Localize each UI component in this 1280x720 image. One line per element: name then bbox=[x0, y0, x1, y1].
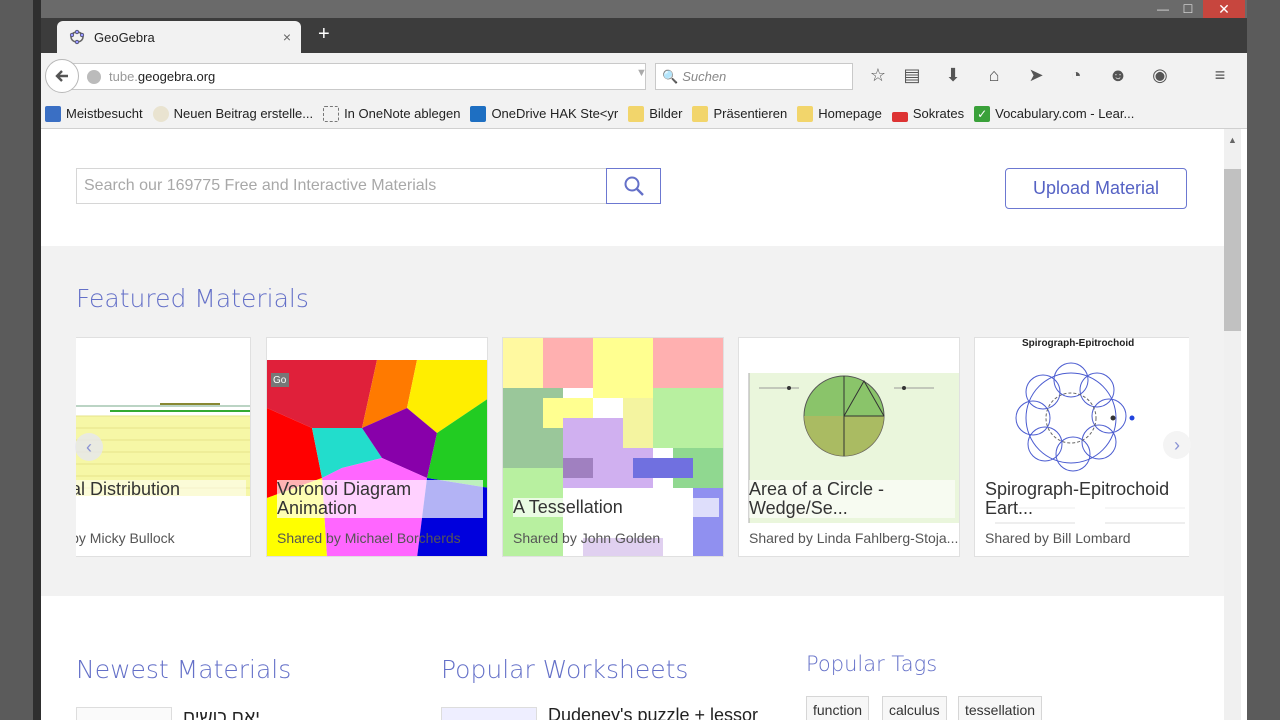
material-search-box bbox=[76, 168, 607, 204]
browser-search-box[interactable]: 🔍 Suchen bbox=[655, 63, 853, 90]
bookmark-onenote[interactable]: In OneNote ablegen bbox=[323, 105, 460, 122]
popular-worksheets-title: Popular Worksheets bbox=[441, 655, 689, 684]
card-title: Area of a Circle - Wedge/Se... bbox=[749, 480, 955, 518]
navigation-toolbar: tube.geogebra.org ▼ ↻ 🔍 Suchen ☆ ▤ ⬇ ⌂ ➤… bbox=[41, 53, 1247, 99]
url-host: tube. bbox=[109, 69, 138, 84]
card-title: A Tessellation bbox=[513, 498, 719, 517]
blank-page-icon bbox=[323, 105, 340, 122]
tab-geogebra[interactable]: GeoGebra × bbox=[57, 21, 301, 53]
search-icon bbox=[624, 176, 644, 196]
bookmark-folder-icon bbox=[45, 105, 61, 122]
featured-card-voronoi[interactable]: Go Voronoi Diagram Animation Shared by M… bbox=[266, 337, 488, 557]
arrow-left-icon bbox=[55, 70, 68, 82]
bookmark-praesentieren[interactable]: Präsentieren bbox=[692, 105, 787, 122]
carousel-next-button[interactable]: › bbox=[1163, 431, 1191, 459]
bookmark-neuen-beitrag[interactable]: Neuen Beitrag erstelle... bbox=[152, 105, 313, 122]
upload-material-button[interactable]: Upload Material bbox=[1005, 168, 1187, 209]
chevron-right-icon: › bbox=[1174, 434, 1180, 455]
popular-tags-title: Popular Tags bbox=[806, 652, 938, 676]
url-dropdown-icon[interactable]: ▼ bbox=[636, 67, 647, 79]
scrollbar-thumb[interactable] bbox=[1224, 169, 1241, 331]
scroll-up-icon[interactable]: ▲ bbox=[1228, 135, 1237, 145]
newest-item-thumbnail[interactable] bbox=[76, 707, 172, 720]
page-content: Upload Material Featured Materials ...ur… bbox=[41, 129, 1224, 720]
tab-close-icon[interactable]: × bbox=[283, 29, 291, 45]
featured-card-area-of-circle[interactable]: Area of a Circle - Wedge/Se... Shared by… bbox=[738, 337, 960, 557]
popular-item-thumbnail[interactable] bbox=[441, 707, 537, 720]
spirograph-caption: Spirograph-Epitrochoid bbox=[1022, 338, 1135, 349]
bookmark-onedrive[interactable]: OneDrive HAK Ste<yr bbox=[470, 105, 618, 122]
card-title: Voronoi Diagram Animation bbox=[277, 480, 483, 518]
bookmark-vocabulary[interactable]: ✓ Vocabulary.com - Lear... bbox=[974, 105, 1134, 122]
card-author: Shared by Michael Borcherds bbox=[277, 530, 461, 546]
card-author: Shared by Linda Fahlberg-Stoja... bbox=[749, 530, 959, 546]
reading-list-icon[interactable]: ▤ bbox=[901, 65, 923, 86]
close-window-button[interactable]: ✕ bbox=[1203, 0, 1245, 18]
newest-materials-title: Newest Materials bbox=[76, 655, 292, 684]
tag-tessellation[interactable]: tessellation bbox=[958, 696, 1043, 720]
checkmark-icon: ✓ bbox=[974, 105, 991, 122]
bookmark-star-icon[interactable]: ☆ bbox=[867, 65, 889, 86]
maximize-button[interactable]: ☐ bbox=[1180, 0, 1196, 18]
window-left-border bbox=[33, 0, 41, 720]
home-icon[interactable]: ⌂ bbox=[983, 65, 1005, 86]
new-tab-button[interactable]: + bbox=[318, 24, 330, 44]
newest-item-title[interactable]: יאם כושים bbox=[183, 707, 260, 720]
material-search-input[interactable] bbox=[77, 169, 607, 203]
featured-materials-title: Featured Materials bbox=[76, 284, 309, 313]
bookmark-sokrates[interactable]: Sokrates bbox=[891, 106, 964, 122]
sokrates-icon bbox=[891, 111, 908, 122]
send-icon[interactable]: ➤ bbox=[1025, 65, 1047, 86]
card-thumbnail bbox=[975, 338, 1189, 556]
card-thumbnail bbox=[503, 338, 723, 556]
bookmark-bilder[interactable]: Bilder bbox=[628, 105, 682, 122]
folder-icon bbox=[628, 105, 645, 122]
featured-card-spirograph[interactable]: Spirograph-Epitrochoid Spirograph-Epitro… bbox=[974, 337, 1189, 557]
voronoi-badge: Go bbox=[273, 375, 287, 386]
download-icon[interactable]: ⬇ bbox=[942, 65, 964, 86]
card-author: Shared by John Golden bbox=[513, 530, 661, 546]
bookmark-meistbesucht[interactable]: Meistbesucht bbox=[45, 105, 143, 122]
chevron-left-icon: ‹ bbox=[86, 436, 92, 457]
desktop-right-edge bbox=[1247, 0, 1280, 720]
material-search-button[interactable] bbox=[606, 168, 661, 204]
minimize-button[interactable]: — bbox=[1155, 0, 1171, 18]
color-wheel-icon[interactable]: ◉ bbox=[1149, 65, 1171, 86]
card-author: Shared by Bill Lombard bbox=[985, 530, 1131, 546]
card-title: Spirograph-Epitrochoid Eart... bbox=[985, 480, 1189, 518]
desktop-left-edge bbox=[0, 0, 33, 720]
tab-bar: GeoGebra × bbox=[41, 18, 1247, 53]
tag-function[interactable]: function bbox=[806, 696, 870, 720]
bookmark-homepage[interactable]: Homepage bbox=[797, 105, 882, 122]
card-author: ...ed by Micky Bullock bbox=[76, 530, 175, 546]
globe-icon bbox=[87, 69, 101, 84]
card-thumbnail bbox=[267, 360, 487, 556]
page-icon bbox=[152, 105, 169, 122]
featured-carousel: ...ural Distribution ... ...ed by Micky … bbox=[76, 337, 1189, 558]
search-engine-icon: 🔍 bbox=[662, 68, 679, 84]
folder-icon bbox=[797, 105, 814, 122]
chat-icon[interactable]: ☻ bbox=[1107, 65, 1129, 86]
url-domain: geogebra.org bbox=[137, 69, 216, 84]
page-scrollbar[interactable]: ▲ bbox=[1224, 129, 1241, 720]
carousel-prev-button[interactable]: ‹ bbox=[75, 433, 103, 461]
card-thumbnail bbox=[739, 338, 959, 556]
folder-icon bbox=[692, 105, 709, 122]
tab-title: GeoGebra bbox=[94, 29, 155, 45]
card-title: ...ural Distribution ... bbox=[76, 480, 246, 518]
url-bar[interactable]: tube.geogebra.org ▼ ↻ bbox=[71, 63, 667, 90]
search-placeholder: Suchen bbox=[682, 69, 727, 84]
geogebra-favicon-icon bbox=[69, 29, 85, 45]
featured-card-tessellation[interactable]: A Tessellation Shared by John Golden bbox=[502, 337, 724, 557]
tag-calculus[interactable]: calculus bbox=[882, 696, 947, 720]
back-button[interactable] bbox=[45, 59, 79, 93]
menu-icon[interactable]: ≡ bbox=[1209, 65, 1231, 86]
bookmarks-toolbar: Meistbesucht Neuen Beitrag erstelle... I… bbox=[41, 99, 1247, 129]
sharepoint-icon bbox=[470, 105, 487, 122]
popular-item-title[interactable]: Dudeney's puzzle + lessor bbox=[548, 705, 758, 720]
history-icon[interactable]: ◔ bbox=[1065, 65, 1087, 86]
